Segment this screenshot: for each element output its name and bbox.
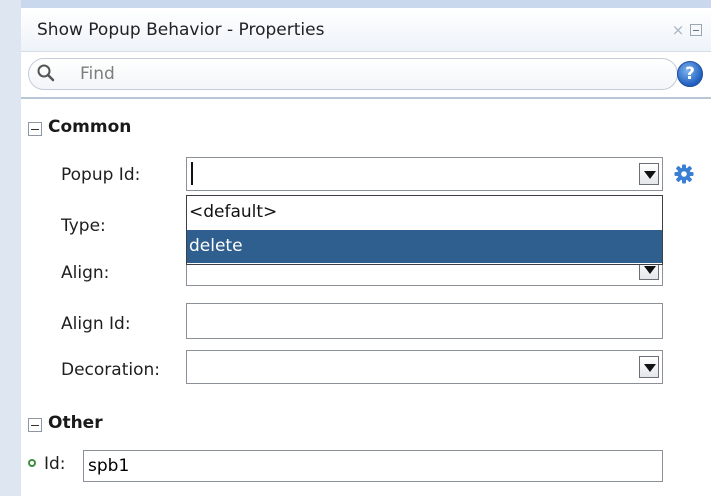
chevron-down-icon[interactable] — [639, 163, 659, 185]
chevron-down-icon[interactable] — [639, 356, 659, 378]
window-left-edge — [0, 0, 21, 496]
section-title-common[interactable]: Common — [48, 117, 131, 137]
window-top-strip — [0, 0, 711, 8]
collapse-icon[interactable] — [28, 122, 42, 136]
id-label: Id: — [44, 454, 66, 474]
id-field[interactable] — [83, 450, 663, 482]
align-id-label: Align Id: — [61, 314, 131, 334]
search-icon — [37, 64, 55, 82]
dropdown-option-default[interactable]: <default> — [187, 196, 662, 229]
type-label: Type: — [61, 216, 106, 236]
popup-id-combobox[interactable] — [186, 157, 663, 191]
popup-id-label: Popup Id: — [61, 165, 141, 185]
panel-title: Show Popup Behavior - Properties — [37, 20, 325, 40]
align-label: Align: — [61, 263, 110, 283]
dropdown-option-delete[interactable]: delete — [187, 230, 662, 263]
text-caret — [191, 162, 193, 185]
decoration-label: Decoration: — [61, 360, 160, 380]
close-icon[interactable]: × — [670, 22, 686, 38]
divider — [21, 97, 711, 99]
help-icon[interactable]: ? — [677, 61, 703, 87]
gear-icon[interactable] — [673, 163, 695, 185]
collapse-icon[interactable] — [28, 418, 42, 432]
align-id-field[interactable] — [186, 303, 663, 339]
search-input[interactable] — [80, 61, 650, 87]
section-title-other[interactable]: Other — [48, 413, 103, 433]
decoration-combobox[interactable] — [186, 350, 663, 384]
required-indicator-icon — [28, 459, 36, 467]
minimize-icon[interactable] — [690, 24, 702, 36]
popup-id-dropdown-list: <default> delete — [186, 195, 663, 265]
